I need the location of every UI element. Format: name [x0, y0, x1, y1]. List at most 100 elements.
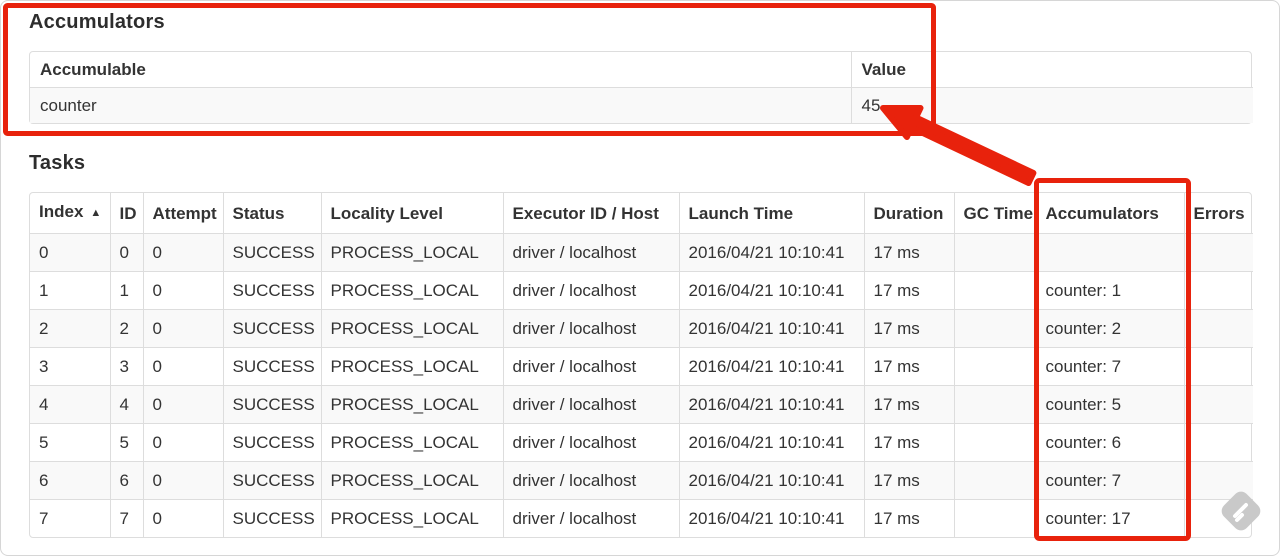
spark-stage-page: Accumulators Accumulable Value counter 4…	[0, 0, 1280, 556]
cell	[953, 385, 1036, 424]
cell: driver / localhost	[502, 423, 679, 462]
cell	[953, 309, 1036, 348]
cell: 7	[30, 499, 110, 537]
col-header-duration[interactable]: Duration	[863, 193, 954, 234]
cell: 0	[142, 309, 223, 348]
col-header-launch-time[interactable]: Launch Time	[678, 193, 864, 234]
cell	[1183, 423, 1253, 462]
cell: SUCCESS	[222, 499, 321, 537]
cell: 5	[109, 423, 143, 462]
diamond-watermark-icon	[1221, 491, 1261, 531]
table-row: 4 4 0 SUCCESS PROCESS_LOCAL driver / loc…	[30, 385, 1253, 424]
cell: PROCESS_LOCAL	[320, 423, 503, 462]
cell: 0	[142, 347, 223, 386]
cell: 2	[109, 309, 143, 348]
cell: driver / localhost	[502, 309, 679, 348]
cell: driver / localhost	[502, 499, 679, 537]
accumulators-cell: counter: 1	[1035, 271, 1184, 310]
col-header-executor-id-host[interactable]: Executor ID / Host	[502, 193, 679, 234]
cell: SUCCESS	[222, 423, 321, 462]
cell: 17 ms	[863, 233, 954, 272]
cell: 6	[109, 461, 143, 500]
col-header-locality-level[interactable]: Locality Level	[320, 193, 503, 234]
cell: PROCESS_LOCAL	[320, 385, 503, 424]
accumulators-section-title: Accumulators	[29, 11, 165, 33]
cell: SUCCESS	[222, 385, 321, 424]
accumulable-value-cell: 45	[850, 87, 1253, 123]
cell: 7	[109, 499, 143, 537]
table-row: 5 5 0 SUCCESS PROCESS_LOCAL driver / loc…	[30, 423, 1253, 462]
cell: 2016/04/21 10:10:41	[678, 233, 864, 272]
accumulators-cell: counter: 7	[1035, 461, 1184, 500]
cell	[953, 499, 1036, 537]
cell: 17 ms	[863, 423, 954, 462]
cell: 2016/04/21 10:10:41	[678, 461, 864, 500]
accumulators-header-row: Accumulable Value	[30, 52, 1253, 88]
cell	[953, 233, 1036, 272]
cell: 17 ms	[863, 499, 954, 537]
cell	[953, 271, 1036, 310]
tasks-table: Index ▲ ID Attempt Status Locality Level …	[29, 192, 1253, 538]
col-header-accumulable[interactable]: Accumulable	[30, 52, 851, 88]
cell	[1183, 233, 1253, 272]
cell	[953, 461, 1036, 500]
accumulable-name-cell: counter	[30, 87, 851, 123]
table-row: 6 6 0 SUCCESS PROCESS_LOCAL driver / loc…	[30, 461, 1253, 500]
accumulators-cell: counter: 2	[1035, 309, 1184, 348]
cell: 17 ms	[863, 385, 954, 424]
cell: 2016/04/21 10:10:41	[678, 347, 864, 386]
cell	[1183, 309, 1253, 348]
cell: 17 ms	[863, 347, 954, 386]
col-header-status[interactable]: Status	[222, 193, 321, 234]
cell: 2016/04/21 10:10:41	[678, 309, 864, 348]
cell: 1	[30, 271, 110, 310]
table-row: 1 1 0 SUCCESS PROCESS_LOCAL driver / loc…	[30, 271, 1253, 310]
col-header-id[interactable]: ID	[109, 193, 143, 234]
accumulators-cell: counter: 7	[1035, 347, 1184, 386]
cell: driver / localhost	[502, 271, 679, 310]
cell: driver / localhost	[502, 385, 679, 424]
col-header-errors[interactable]: Errors	[1183, 193, 1253, 234]
cell: 0	[142, 385, 223, 424]
cell	[1183, 271, 1253, 310]
cell: 0	[142, 461, 223, 500]
cell: 17 ms	[863, 309, 954, 348]
cell: 2016/04/21 10:10:41	[678, 385, 864, 424]
accumulators-cell: counter: 6	[1035, 423, 1184, 462]
cell: 0	[142, 499, 223, 537]
sort-ascending-icon: ▲	[90, 207, 102, 219]
col-header-accumulators[interactable]: Accumulators	[1035, 193, 1184, 234]
table-row: 7 7 0 SUCCESS PROCESS_LOCAL driver / loc…	[30, 499, 1253, 537]
cell	[953, 423, 1036, 462]
cell: driver / localhost	[502, 233, 679, 272]
cell: 17 ms	[863, 271, 954, 310]
cell: 1	[109, 271, 143, 310]
cell: 2016/04/21 10:10:41	[678, 423, 864, 462]
cell: PROCESS_LOCAL	[320, 233, 503, 272]
cell: 2016/04/21 10:10:41	[678, 499, 864, 537]
cell: 0	[142, 233, 223, 272]
col-header-gc-time[interactable]: GC Time	[953, 193, 1036, 234]
accumulators-cell: counter: 5	[1035, 385, 1184, 424]
cell: 4	[109, 385, 143, 424]
cell: 17 ms	[863, 461, 954, 500]
tasks-header-row: Index ▲ ID Attempt Status Locality Level …	[30, 193, 1253, 234]
col-header-index[interactable]: Index ▲	[30, 193, 110, 234]
cell: 2016/04/21 10:10:41	[678, 271, 864, 310]
cell: SUCCESS	[222, 309, 321, 348]
cell: 6	[30, 461, 110, 500]
cell: 5	[30, 423, 110, 462]
cell: 4	[30, 385, 110, 424]
cell: SUCCESS	[222, 347, 321, 386]
table-row: 3 3 0 SUCCESS PROCESS_LOCAL driver / loc…	[30, 347, 1253, 386]
cell: 3	[109, 347, 143, 386]
cell: PROCESS_LOCAL	[320, 499, 503, 537]
col-header-attempt[interactable]: Attempt	[142, 193, 223, 234]
cell: SUCCESS	[222, 271, 321, 310]
col-header-value[interactable]: Value	[850, 52, 1253, 88]
cell	[1183, 385, 1253, 424]
cell	[1183, 347, 1253, 386]
cell: 3	[30, 347, 110, 386]
cell: driver / localhost	[502, 347, 679, 386]
accumulators-cell: counter: 17	[1035, 499, 1184, 537]
